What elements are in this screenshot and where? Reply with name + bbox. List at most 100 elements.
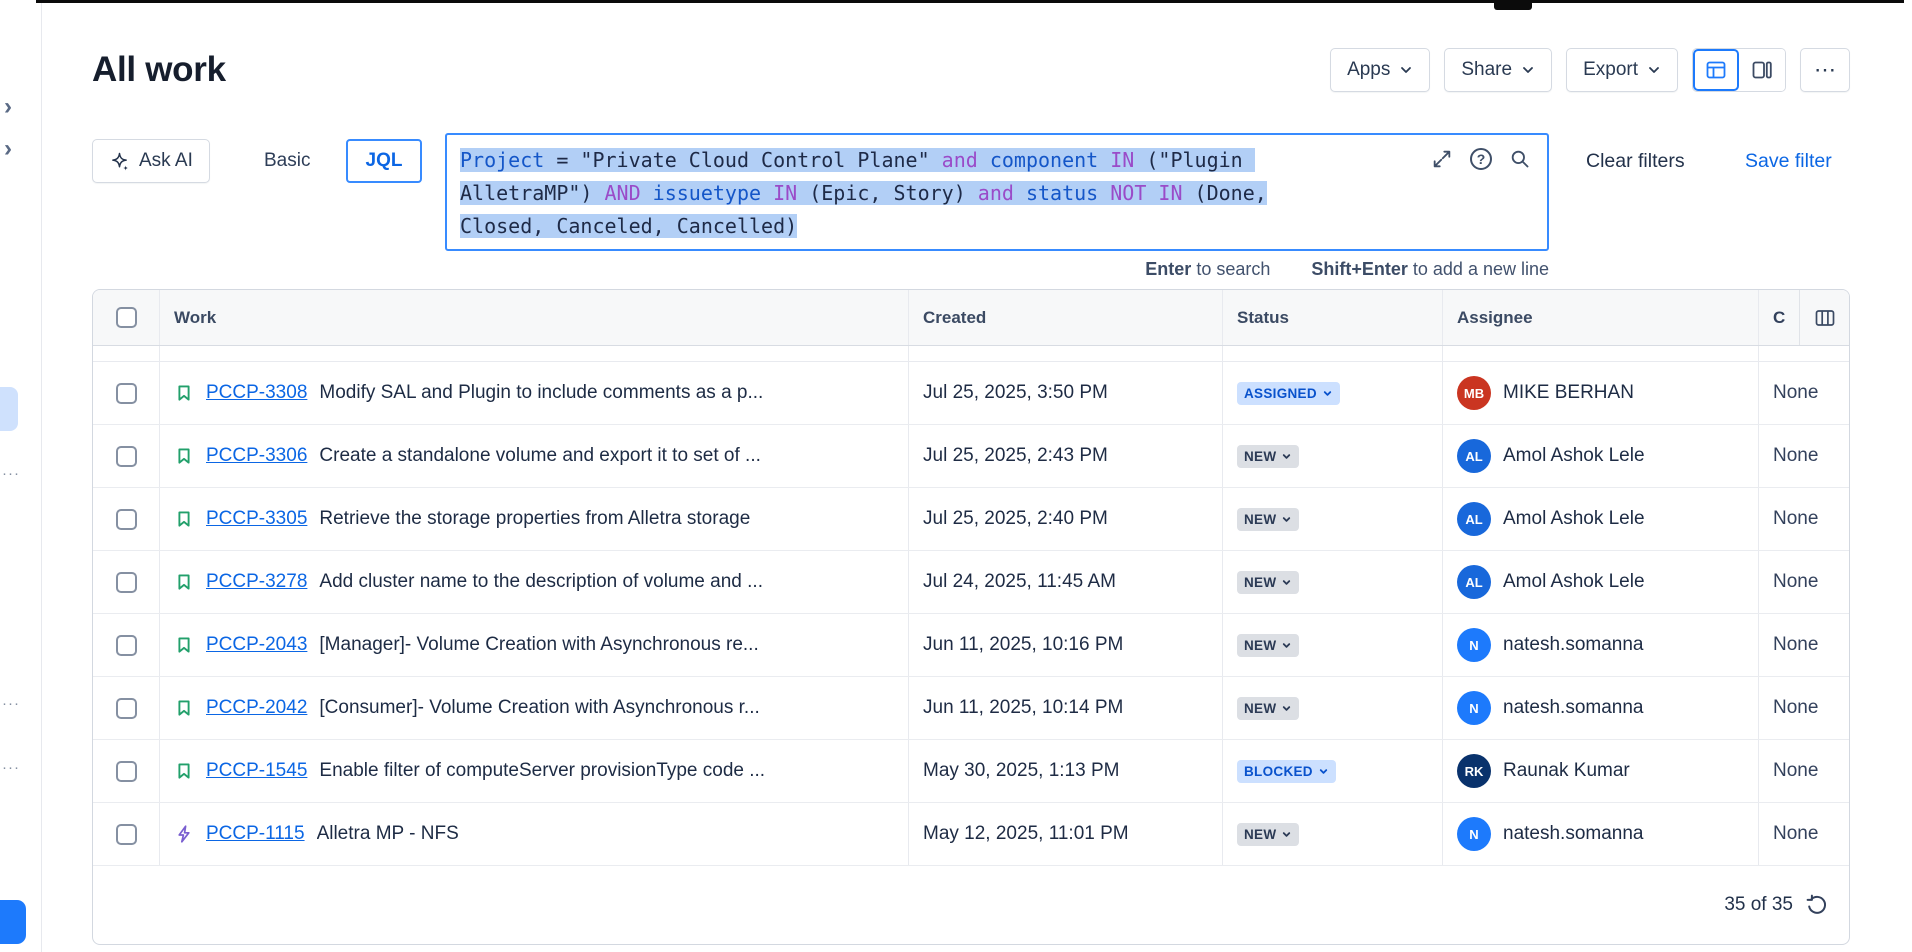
column-header-truncated[interactable]: C xyxy=(1759,290,1849,345)
created-cell: Jul 25, 2025, 2:40 PM xyxy=(909,488,1223,550)
column-header-work[interactable]: Work xyxy=(160,290,909,345)
clear-filters-button[interactable]: Clear filters xyxy=(1586,139,1685,183)
status-badge[interactable]: NEW xyxy=(1237,445,1299,468)
status-badge[interactable]: NEW xyxy=(1237,571,1299,594)
header-checkbox-cell xyxy=(93,290,160,345)
chevron-right-icon[interactable]: › xyxy=(4,95,12,119)
issue-key-link[interactable]: PCCP-3278 xyxy=(206,571,307,593)
save-filter-link[interactable]: Save filter xyxy=(1745,139,1832,183)
row-checkbox[interactable] xyxy=(116,446,137,467)
sidebar-bottom-button[interactable] xyxy=(0,900,26,944)
avatar: N xyxy=(1457,628,1491,662)
status-badge[interactable]: NEW xyxy=(1237,508,1299,531)
chevron-right-icon[interactable]: › xyxy=(4,137,12,161)
row-checkbox-cell xyxy=(93,551,160,613)
issue-key-link[interactable]: PCCP-3308 xyxy=(206,382,307,404)
status-badge[interactable]: NEW xyxy=(1237,697,1299,720)
row-checkbox[interactable] xyxy=(116,635,137,656)
columns-icon xyxy=(1813,306,1837,330)
issue-key-link[interactable]: PCCP-2043 xyxy=(206,634,307,656)
issue-key-link[interactable]: PCCP-3306 xyxy=(206,445,307,467)
issue-key-link[interactable]: PCCP-3305 xyxy=(206,508,307,530)
apps-button-label: Apps xyxy=(1347,59,1390,81)
assignee-cell: ALAmol Ashok Lele xyxy=(1443,488,1759,550)
status-label: BLOCKED xyxy=(1244,764,1313,779)
assignee-name: Raunak Kumar xyxy=(1503,760,1630,782)
table-header: Work Created Status Assignee C xyxy=(93,290,1849,346)
story-icon xyxy=(174,635,194,655)
row-checkbox[interactable] xyxy=(116,698,137,719)
row-checkbox[interactable] xyxy=(116,761,137,782)
column-header-status[interactable]: Status xyxy=(1223,290,1443,345)
status-badge[interactable]: NEW xyxy=(1237,823,1299,846)
sidebar-dots: ··· xyxy=(2,695,20,712)
row-checkbox-cell xyxy=(93,677,160,739)
assignee-name: natesh.somanna xyxy=(1503,823,1644,845)
avatar: AL xyxy=(1457,439,1491,473)
table-row: PCCP-1545Enable filter of computeServer … xyxy=(93,740,1849,803)
assignee-cell: Nnatesh.somanna xyxy=(1443,803,1759,865)
expand-icon[interactable] xyxy=(1431,148,1453,170)
issue-key-link[interactable]: PCCP-2042 xyxy=(206,697,307,719)
jql-editor-icons: ? xyxy=(1431,148,1531,170)
jql-editor[interactable]: Project = "Private Cloud Control Plane" … xyxy=(445,133,1549,251)
more-icon: ⋯ xyxy=(1814,57,1836,83)
share-button-label: Share xyxy=(1461,59,1512,81)
detail-view-button[interactable] xyxy=(1739,49,1785,91)
row-checkbox[interactable] xyxy=(116,572,137,593)
issue-summary: [Consumer]- Volume Creation with Asynchr… xyxy=(319,697,759,719)
jql-mode-button[interactable]: JQL xyxy=(346,139,422,183)
collapsed-sidebar: › › ··· ··· ··· xyxy=(0,3,42,952)
work-cell: PCCP-2042 [Consumer]- Volume Creation wit… xyxy=(160,677,909,739)
created-cell: Jun 11, 2025, 10:14 PM xyxy=(909,677,1223,739)
row-checkbox-cell xyxy=(93,362,160,424)
story-icon xyxy=(174,446,194,466)
row-checkbox-cell xyxy=(93,614,160,676)
row-checkbox[interactable] xyxy=(116,383,137,404)
table-row: PCCP-3278 Add cluster name to the descrip… xyxy=(93,551,1849,614)
story-icon xyxy=(174,572,194,592)
basic-mode-button[interactable]: Basic xyxy=(250,139,324,183)
work-cell: PCCP-1115Alletra MP - NFS xyxy=(160,803,909,865)
assignee-cell: Nnatesh.somanna xyxy=(1443,677,1759,739)
row-checkbox[interactable] xyxy=(116,509,137,530)
issue-key-link[interactable]: PCCP-1545 xyxy=(206,760,307,782)
avatar: RK xyxy=(1457,754,1491,788)
search-icon[interactable] xyxy=(1509,148,1531,170)
ask-ai-button[interactable]: Ask AI xyxy=(92,139,210,183)
search-hints: Enter to search Shift+Enter to add a new… xyxy=(445,259,1549,280)
jql-line: AlletraMP") AND issuetype IN (Epic, Stor… xyxy=(460,177,1407,210)
status-cell: NEW xyxy=(1223,614,1443,676)
apps-button[interactable]: Apps xyxy=(1330,48,1430,92)
column-header-assignee[interactable]: Assignee xyxy=(1443,290,1759,345)
table-row: PCCP-2043[Manager]- Volume Creation with… xyxy=(93,614,1849,677)
issue-summary: Add cluster name to the description of v… xyxy=(319,571,763,593)
page-header: All work Apps Share Export xyxy=(92,40,1850,100)
work-cell: PCCP-3306Create a standalone volume and … xyxy=(160,425,909,487)
select-all-checkbox[interactable] xyxy=(116,307,137,328)
column-settings-button[interactable] xyxy=(1799,290,1849,345)
assignee-cell: MBMIKE BERHAN xyxy=(1443,362,1759,424)
status-badge[interactable]: BLOCKED xyxy=(1237,760,1336,783)
epic-icon xyxy=(174,824,194,844)
view-toggle xyxy=(1692,48,1786,92)
help-icon[interactable]: ? xyxy=(1470,148,1492,170)
share-button[interactable]: Share xyxy=(1444,48,1552,92)
created-cell: Jun 11, 2025, 10:16 PM xyxy=(909,614,1223,676)
sidebar-active-item[interactable] xyxy=(0,387,18,431)
issue-key-link[interactable]: PCCP-1115 xyxy=(206,823,305,845)
work-cell: PCCP-3305Retrieve the storage properties… xyxy=(160,488,909,550)
column-header-created[interactable]: Created xyxy=(909,290,1223,345)
more-button[interactable]: ⋯ xyxy=(1800,48,1850,92)
export-button[interactable]: Export xyxy=(1566,48,1678,92)
list-view-button[interactable] xyxy=(1693,49,1739,91)
header-actions: Apps Share Export ⋯ xyxy=(1330,48,1850,92)
status-badge[interactable]: ASSIGNED xyxy=(1237,382,1340,405)
created-cell: Jul 25, 2025, 3:50 PM xyxy=(909,362,1223,424)
status-badge[interactable]: NEW xyxy=(1237,634,1299,657)
table-row: PCCP-1115Alletra MP - NFSMay 12, 2025, 1… xyxy=(93,803,1849,866)
story-icon xyxy=(174,509,194,529)
status-label: NEW xyxy=(1244,638,1276,653)
refresh-icon[interactable] xyxy=(1805,893,1829,917)
row-checkbox[interactable] xyxy=(116,824,137,845)
